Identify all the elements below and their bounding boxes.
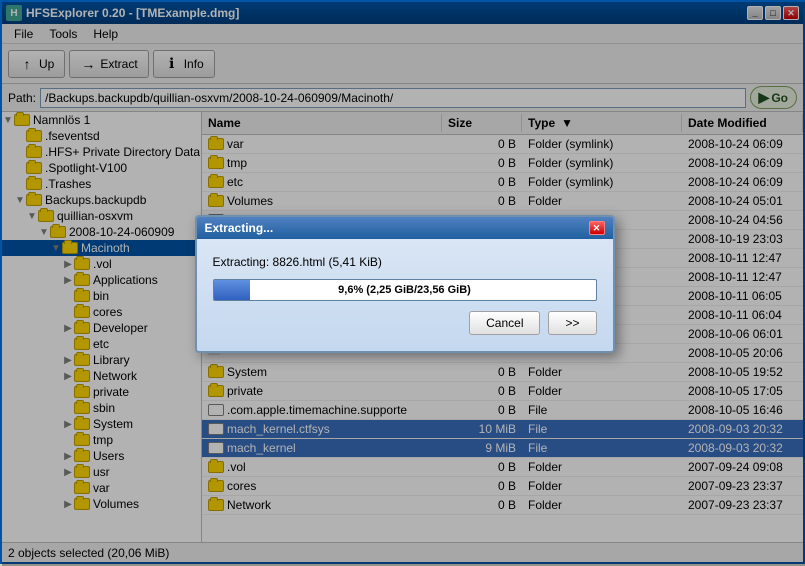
dialog-buttons: Cancel >> <box>213 311 597 335</box>
dialog-title-bar: Extracting... ✕ <box>197 217 613 239</box>
extract-dialog: Extracting... ✕ Extracting: 8826.html (5… <box>195 215 615 353</box>
cancel-button[interactable]: Cancel <box>469 311 540 335</box>
modal-overlay: Extracting... ✕ Extracting: 8826.html (5… <box>2 2 805 566</box>
extracting-label: Extracting: 8826.html (5,41 KiB) <box>213 255 597 269</box>
progress-bar: 9,6% (2,25 GiB/23,56 GiB) <box>213 279 597 301</box>
dialog-body: Extracting: 8826.html (5,41 KiB) 9,6% (2… <box>197 239 613 351</box>
progress-text: 9,6% (2,25 GiB/23,56 GiB) <box>214 280 596 300</box>
skip-button[interactable]: >> <box>548 311 596 335</box>
dialog-title: Extracting... <box>205 221 274 235</box>
dialog-close-button[interactable]: ✕ <box>589 221 605 235</box>
